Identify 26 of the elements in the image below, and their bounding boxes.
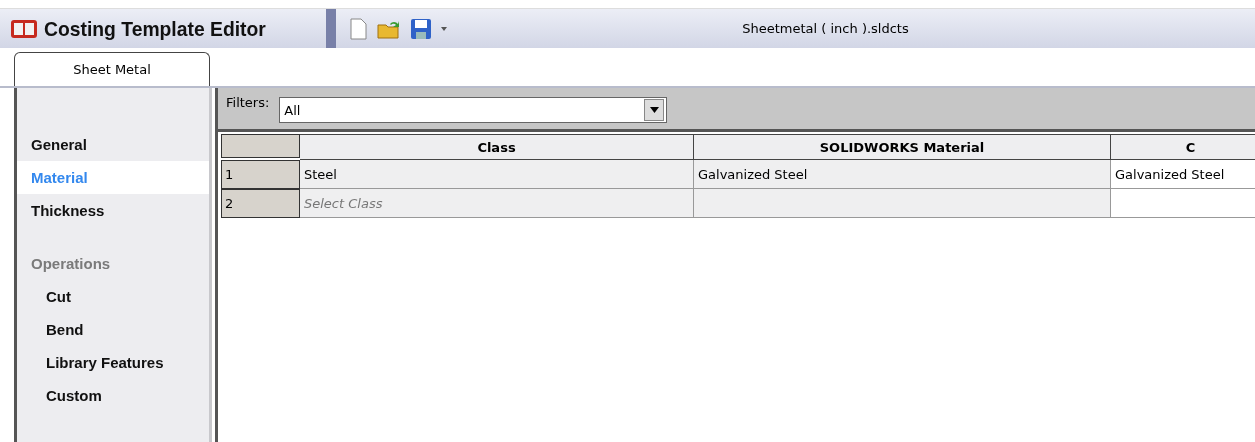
sidebar-item[interactable]: Bend: [17, 313, 209, 346]
table-cell: Steel: [300, 160, 694, 189]
filter-dropdown[interactable]: All: [279, 97, 668, 123]
column-header: C: [1111, 134, 1255, 160]
row-number: 1: [221, 160, 300, 189]
logo-icon: [10, 17, 38, 40]
sidebar-section-header: Operations: [30, 254, 112, 274]
filter-label: Filters:: [226, 95, 270, 110]
tab[interactable]: Sheet Metal: [14, 52, 210, 86]
sidebar-item[interactable]: Cut: [17, 280, 209, 313]
dropdown-arrow-icon: [649, 107, 659, 113]
window-title: Costing Template Editor: [44, 16, 267, 41]
table-cell: Select Class: [300, 189, 694, 218]
column-header: SOLIDWORKS Material: [694, 134, 1111, 160]
file-name: Sheetmetal ( inch ).sldcts: [741, 21, 910, 36]
sidebar-item[interactable]: Custom: [17, 379, 209, 412]
sidebar-item[interactable]: Thickness: [17, 194, 209, 227]
column-header: Class: [300, 134, 694, 160]
sidebar-item[interactable]: General: [17, 128, 209, 161]
toolbar-separator: [326, 9, 336, 48]
save-icon[interactable]: [410, 17, 432, 40]
table-cell: Galvanized Steel: [694, 160, 1111, 189]
sidebar-item[interactable]: Library Features: [17, 346, 209, 379]
sidebar-item[interactable]: Material: [17, 161, 209, 194]
dropdown-caret-icon[interactable]: [440, 25, 448, 32]
row-number: 2: [221, 189, 300, 218]
